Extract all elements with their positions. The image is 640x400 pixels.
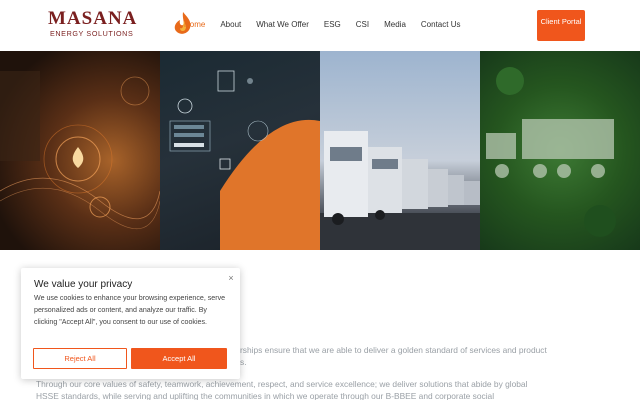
hero-banner	[0, 51, 640, 250]
intro-paragraph-2-line-1: Through our core values of safety, teamw…	[36, 379, 528, 389]
nav-home[interactable]: Home	[184, 19, 205, 33]
nav-contact-us[interactable]: Contact Us	[421, 19, 461, 33]
nav-what-we-offer[interactable]: What We Offer	[256, 19, 309, 33]
nav-esg[interactable]: ESG	[324, 19, 341, 33]
hero-panel-forest	[480, 51, 640, 250]
close-icon[interactable]: ×	[226, 273, 236, 283]
nav-csi[interactable]: CSI	[356, 19, 369, 33]
intro-paragraph-2: Through our core values of safety, teamw…	[36, 378, 596, 400]
accept-all-button[interactable]: Accept All	[131, 348, 227, 369]
intro-paragraph-2-line-2: HSSE standards, while serving and uplift…	[36, 391, 495, 400]
site-header: MASANA ENERGY SOLUTIONS Home About What …	[0, 0, 640, 50]
intro-paragraph-1-line-1: rships ensure that we are able to delive…	[240, 345, 547, 355]
hero-panel-digital	[160, 51, 320, 250]
forest-truck-imagery	[486, 67, 616, 237]
truck-fleet-imagery	[320, 131, 480, 250]
logo-tagline: ENERGY SOLUTIONS	[50, 29, 134, 38]
fuel-imagery	[0, 71, 160, 229]
cookie-consent-dialog: × We value your privacy We use cookies t…	[21, 268, 240, 379]
hero-panel-trucks	[320, 51, 480, 250]
logo-wordmark: MASANA	[48, 8, 138, 29]
digital-imagery	[169, 70, 320, 250]
nav-media[interactable]: Media	[384, 19, 406, 33]
masana-logo[interactable]: MASANA ENERGY SOLUTIONS	[48, 8, 191, 41]
reject-all-button[interactable]: Reject All	[33, 348, 127, 369]
main-nav: Home About What We Offer ESG CSI Media C…	[184, 19, 475, 33]
client-portal-button[interactable]: Client Portal	[537, 10, 585, 41]
nav-about[interactable]: About	[220, 19, 241, 33]
hero-panel-fuel	[0, 51, 160, 250]
cookie-title: We value your privacy	[34, 279, 133, 290]
cookie-description: We use cookies to enhance your browsing …	[34, 294, 226, 327]
intro-paragraph-1-line-2: s.	[240, 357, 247, 367]
